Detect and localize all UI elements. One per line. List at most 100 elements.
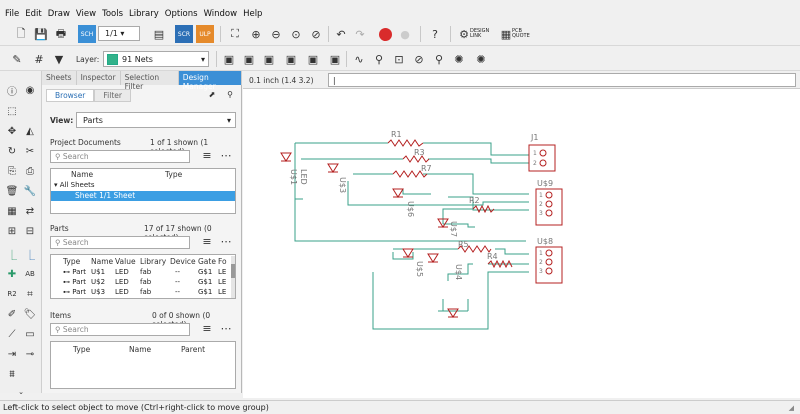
list-menu-icon[interactable]: ≡	[200, 321, 214, 335]
split-icon[interactable]: ⟋	[3, 325, 21, 343]
connector-j1[interactable]	[528, 144, 556, 172]
print-icon[interactable]: 🖶	[52, 25, 70, 43]
align-icon-2[interactable]: ▣	[240, 50, 258, 68]
chevron-down-icon[interactable]: ⌄	[12, 383, 30, 401]
parts-col-fo[interactable]: Fo	[218, 257, 227, 266]
delete-icon[interactable]: 🗑	[3, 182, 21, 200]
items-col-type[interactable]: Type	[73, 345, 90, 354]
select-icon[interactable]: ⬚	[3, 102, 21, 120]
led-u4[interactable]	[427, 253, 439, 263]
bus-icon[interactable]: ⊘	[410, 50, 428, 68]
cam-icon[interactable]: ▤	[150, 25, 168, 43]
project-docs-search[interactable]: ⚲ Search	[50, 150, 190, 163]
info-icon[interactable]: ⓘ	[3, 81, 21, 99]
net-icon[interactable]: ⊡	[390, 50, 408, 68]
align-icon-3[interactable]: ▣	[260, 50, 278, 68]
resistor-r1[interactable]	[387, 139, 424, 147]
more-icon[interactable]: ⋯	[219, 321, 233, 335]
menu-library[interactable]: Library	[126, 9, 162, 19]
wire-style-icon[interactable]: ∿	[350, 50, 368, 68]
add-part-icon[interactable]: ⊞	[3, 222, 21, 240]
copy-icon[interactable]: ⎘	[3, 162, 21, 180]
part-name[interactable]: U$2	[91, 278, 105, 286]
frame-icon[interactable]: ▭	[21, 325, 39, 343]
menu-draw[interactable]: Draw	[45, 9, 73, 19]
redo-icon[interactable]: ↷	[351, 25, 369, 43]
more-icon[interactable]: ⋯	[219, 234, 233, 248]
ulp-icon[interactable]: ULP	[196, 25, 214, 43]
menu-window[interactable]: Window	[201, 9, 241, 19]
layer-select[interactable]: 91 Nets ▾	[103, 51, 209, 67]
zoom-out-icon[interactable]: ⊖	[267, 25, 285, 43]
paste-icon[interactable]: ⎙	[21, 162, 39, 180]
save-icon[interactable]: 💾	[32, 25, 50, 43]
value-icon[interactable]: ⌗	[21, 285, 39, 303]
pin-icon[interactable]: ⊟	[21, 222, 39, 240]
grid-icon[interactable]: #	[30, 50, 48, 68]
led-u3[interactable]	[327, 163, 339, 173]
menu-options[interactable]: Options	[162, 9, 201, 19]
sheet-select[interactable]: 1/1 ▾	[98, 26, 140, 41]
subtab-browser[interactable]: Browser	[46, 89, 95, 102]
settings-icon[interactable]: ✺	[450, 50, 468, 68]
bus-tool-icon[interactable]: ⎿	[21, 245, 39, 263]
parts-col-name[interactable]: Name	[91, 257, 113, 266]
name-icon[interactable]: R2	[3, 285, 21, 303]
tab-design-manager[interactable]: Design Manager	[178, 71, 242, 91]
attribute-icon[interactable]: 🏷	[21, 305, 39, 323]
led-u6[interactable]	[392, 188, 404, 198]
zoom-previous-icon[interactable]: ⊘	[307, 25, 325, 43]
view-select[interactable]: Parts ▾	[76, 112, 236, 128]
undo-icon[interactable]: ↶	[332, 25, 350, 43]
part-name[interactable]: U$3	[91, 288, 105, 296]
items-col-parent[interactable]: Parent	[181, 345, 205, 354]
tree-child-selected[interactable]: Sheet 1/1 Sheet	[51, 191, 235, 201]
part-name[interactable]: U$1	[91, 268, 105, 276]
more-icon[interactable]: ⋯	[219, 148, 233, 162]
resistor-r2[interactable]	[472, 204, 495, 214]
parts-col-gate[interactable]: Gate	[198, 257, 216, 266]
smash-icon[interactable]: ✐	[3, 305, 21, 323]
wrench-icon[interactable]: 🔧	[21, 182, 39, 200]
parts-col-type[interactable]: Type	[63, 257, 80, 266]
resize-grip-icon[interactable]: ◢	[789, 404, 794, 412]
label-icon[interactable]: AB	[21, 265, 39, 283]
parts-col-device[interactable]: Device	[170, 257, 196, 266]
led-u1[interactable]	[280, 152, 292, 162]
items-col-name[interactable]: Name	[129, 345, 151, 354]
align-icon-6[interactable]: ▣	[326, 50, 344, 68]
net-tool-icon[interactable]: ⎿	[3, 245, 21, 263]
pcb-quote-label[interactable]: PCB QUOTE	[512, 29, 532, 39]
group-icon[interactable]: ▦	[3, 202, 21, 220]
filter-icon[interactable]: ▼	[50, 50, 68, 68]
column-type[interactable]: Type	[165, 170, 182, 179]
zoom-select-icon[interactable]: ⊙	[287, 25, 305, 43]
align-icon-1[interactable]: ▣	[220, 50, 238, 68]
search-icon[interactable]: ⚲	[370, 50, 388, 68]
board-switch-icon[interactable]: SCH	[78, 25, 96, 43]
parts-search[interactable]: ⚲ Search	[50, 236, 190, 249]
items-search[interactable]: ⚲ Search	[50, 323, 190, 336]
parts-scrollbar[interactable]	[231, 256, 235, 298]
invoke-icon[interactable]: ⊸	[21, 345, 39, 363]
command-input[interactable]: |	[328, 73, 796, 87]
move-icon[interactable]: ✥	[3, 122, 21, 140]
design-link-label[interactable]: DESIGN LINK	[470, 29, 492, 39]
schematic-canvas[interactable]: R1 R3 R7 R2 R5 R4 J1 U$9 U$8 U$1 LED U$3…	[243, 89, 800, 398]
gate-swap-icon[interactable]: ⇥	[3, 345, 21, 363]
zoom-icon[interactable]: ⚲	[223, 88, 237, 100]
menu-tools[interactable]: Tools	[99, 9, 126, 19]
tab-sheets[interactable]: Sheets	[42, 71, 77, 85]
gear-icon[interactable]: ✺	[472, 50, 490, 68]
go-icon[interactable]: ●	[396, 25, 414, 43]
list-menu-icon[interactable]: ≡	[200, 234, 214, 248]
add-net-icon[interactable]: ⚲	[430, 50, 448, 68]
align-icon-4[interactable]: ▣	[282, 50, 300, 68]
eye-icon[interactable]: ◉	[21, 81, 39, 99]
stop-icon[interactable]	[376, 25, 394, 43]
zoom-fit-icon[interactable]: ⛶	[226, 25, 244, 43]
column-name[interactable]: Name	[71, 170, 93, 179]
parts-col-library[interactable]: Library	[140, 257, 166, 266]
menu-view[interactable]: View	[73, 9, 99, 19]
junction-icon[interactable]: ✚	[3, 265, 21, 283]
